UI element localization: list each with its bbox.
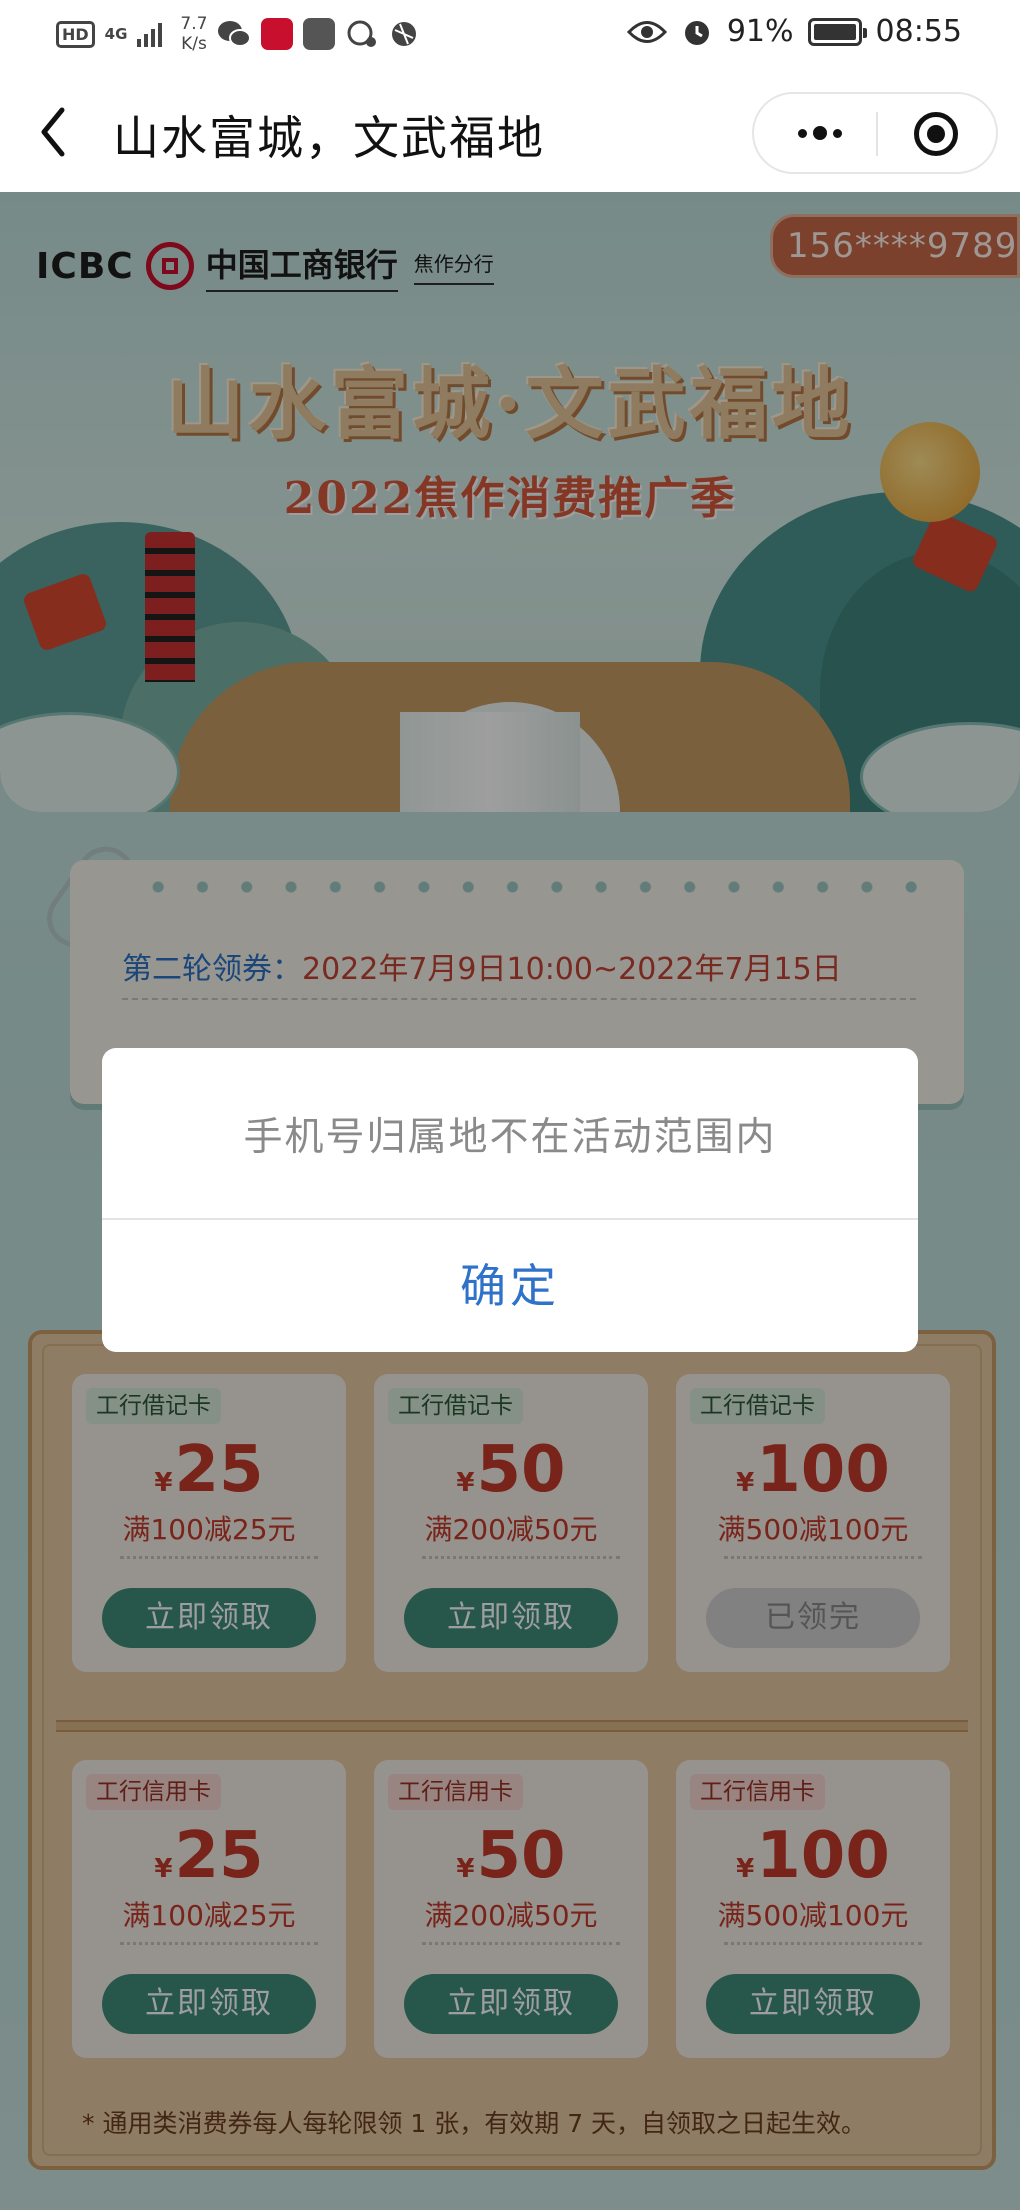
target-close-icon[interactable] xyxy=(914,112,958,156)
confirm-button[interactable]: 确定 xyxy=(102,1220,918,1352)
network-type: 4G xyxy=(104,25,128,43)
capsule-divider xyxy=(876,112,878,156)
capsule-menu xyxy=(752,92,998,174)
speed-unit: K/s xyxy=(181,34,207,54)
chevron-left-icon[interactable] xyxy=(34,102,74,162)
browser-icon xyxy=(392,22,417,46)
more-dots-icon[interactable] xyxy=(784,94,856,172)
alarm-icon xyxy=(684,20,709,45)
speed-value: 7.7 xyxy=(180,14,208,34)
status-right: 91% 08:55 xyxy=(626,14,962,49)
signal-icon xyxy=(137,21,163,47)
battery-icon xyxy=(807,17,867,46)
app-icon xyxy=(303,18,336,50)
hd-badge: HD xyxy=(56,20,95,48)
network-speed: 7.7 K/s xyxy=(180,14,207,54)
mini-program-navbar: 山水富城，文武福地 xyxy=(0,70,1020,192)
clock: 08:55 xyxy=(875,14,962,49)
chat-icon xyxy=(347,20,377,47)
wechat-icon xyxy=(218,21,252,47)
eye-icon xyxy=(626,20,667,43)
status-bar: HD 4G 7.7 K/s 91% 08:55 xyxy=(0,0,1020,70)
dialog-message: 手机号归属地不在活动范围内 xyxy=(243,1115,777,1160)
status-left: HD 4G 7.7 K/s xyxy=(56,14,419,54)
battery-percent: 91% xyxy=(726,14,794,49)
icbc-app-icon xyxy=(261,18,294,50)
page-title: 山水富城，文武福地 xyxy=(113,111,545,165)
alert-dialog: 手机号归属地不在活动范围内 确定 xyxy=(102,1048,918,1352)
